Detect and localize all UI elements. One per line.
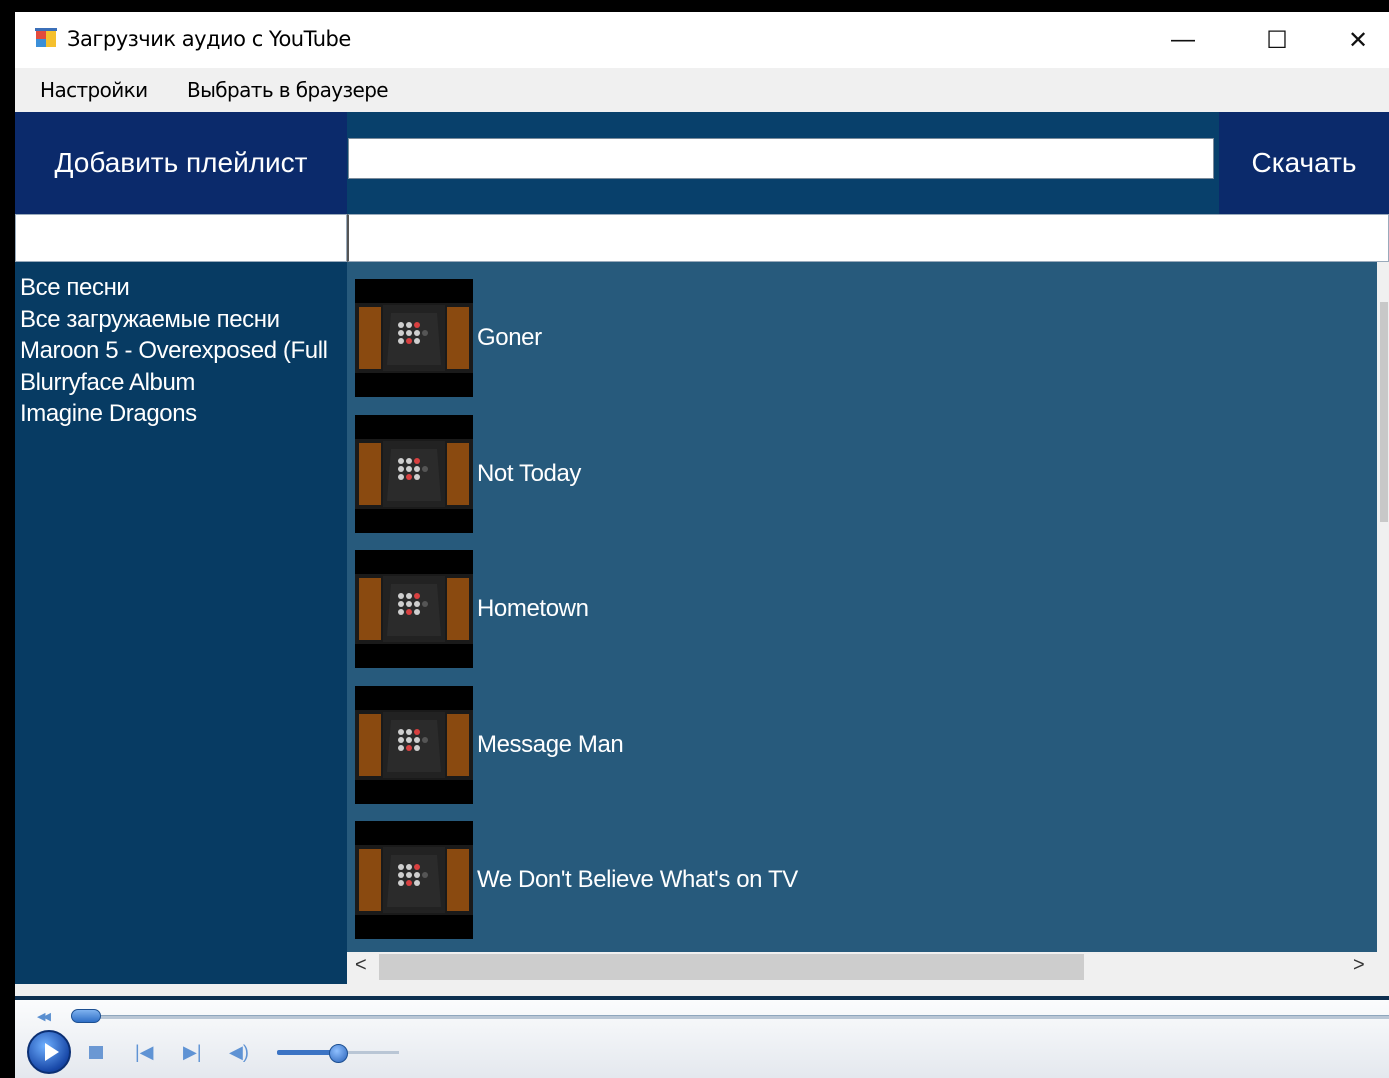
song-row[interactable]: Message Man: [355, 685, 1255, 804]
song-list-vertical-scrollbar[interactable]: [1377, 272, 1389, 952]
song-list-horizontal-scrollbar[interactable]: < >: [347, 952, 1377, 984]
playlist-sidebar: Все песни Все загружаемые песни Maroon 5 -…: [15, 262, 347, 984]
add-playlist-button[interactable]: Добавить плейлист: [15, 112, 347, 214]
scrollbar-corner: [1377, 952, 1389, 984]
song-list: Goner Not Today Hometown Message Man We …: [347, 262, 1377, 952]
previous-track-icon[interactable]: |◀: [135, 1042, 154, 1062]
seek-thumb[interactable]: [71, 1009, 101, 1023]
app-window-icon: [35, 28, 57, 48]
song-row[interactable]: Hometown: [355, 550, 1255, 668]
song-title: Message Man: [477, 730, 624, 758]
maximize-button[interactable]: ☐: [1233, 12, 1321, 68]
horizontal-scroll-thumb[interactable]: [379, 954, 1084, 980]
minimize-button[interactable]: —: [1139, 12, 1227, 68]
song-title: Goner: [477, 324, 542, 351]
scroll-right-icon[interactable]: >: [1353, 954, 1365, 977]
scroll-left-icon[interactable]: <: [355, 954, 367, 977]
menu-bar: Настройки Выбрать в браузере: [15, 68, 1389, 112]
album-cover-thumbnail: [355, 414, 473, 533]
playlist-item[interactable]: Imagine Dragons: [15, 398, 328, 430]
rewind-icon: ◀◀: [37, 1011, 51, 1023]
maximize-icon: ☐: [1266, 26, 1288, 54]
album-cover-thumbnail: [355, 550, 473, 668]
playlist-item[interactable]: Все загружаемые песни: [15, 304, 328, 336]
vertical-scroll-thumb[interactable]: [1380, 302, 1388, 522]
volume-thumb[interactable]: [329, 1044, 348, 1063]
playlist-item[interactable]: Blurryface Album: [15, 367, 328, 399]
menu-settings[interactable]: Настройки: [40, 78, 148, 102]
app-window: Загрузчик аудио с YouTube — ☐ ✕ Настройк…: [15, 12, 1389, 1078]
window-title: Загрузчик аудио с YouTube: [67, 27, 351, 51]
volume-fill: [277, 1050, 337, 1055]
download-button[interactable]: Скачать: [1219, 112, 1389, 214]
playlist-search-input[interactable]: [15, 214, 347, 262]
playlist-item[interactable]: Все песни: [15, 272, 328, 304]
album-cover-thumbnail: [355, 685, 473, 804]
menu-select-in-browser[interactable]: Выбрать в браузере: [187, 78, 389, 102]
song-title: Hometown: [477, 595, 589, 622]
close-button[interactable]: ✕: [1327, 12, 1389, 68]
title-bar: Загрузчик аудио с YouTube — ☐ ✕: [15, 12, 1389, 68]
album-cover-thumbnail: [355, 821, 473, 939]
media-player: ◀◀ |◀ ▶| ◀): [15, 1000, 1389, 1078]
next-track-icon[interactable]: ▶|: [183, 1042, 202, 1062]
close-icon: ✕: [1347, 26, 1369, 54]
stop-icon[interactable]: [89, 1046, 103, 1059]
song-title: Not Today: [477, 459, 582, 487]
play-icon[interactable]: [27, 1030, 71, 1074]
song-row[interactable]: Goner: [355, 279, 1255, 397]
playlist-item[interactable]: Maroon 5 - Overexposed (Full: [15, 335, 328, 367]
song-search-input[interactable]: [347, 214, 1389, 262]
album-cover-thumbnail: [355, 279, 473, 397]
playlist-list: Все песни Все загружаемые песни Maroon 5 -…: [15, 272, 328, 430]
song-title: We Don't Believe What's on TV: [477, 866, 798, 893]
url-input[interactable]: [348, 138, 1214, 179]
minimize-icon: —: [1171, 26, 1195, 53]
song-row[interactable]: Not Today: [355, 414, 1255, 533]
song-row[interactable]: We Don't Believe What's on TV: [355, 821, 1255, 939]
seek-bar[interactable]: [75, 1015, 1389, 1019]
volume-icon[interactable]: ◀): [229, 1042, 249, 1062]
